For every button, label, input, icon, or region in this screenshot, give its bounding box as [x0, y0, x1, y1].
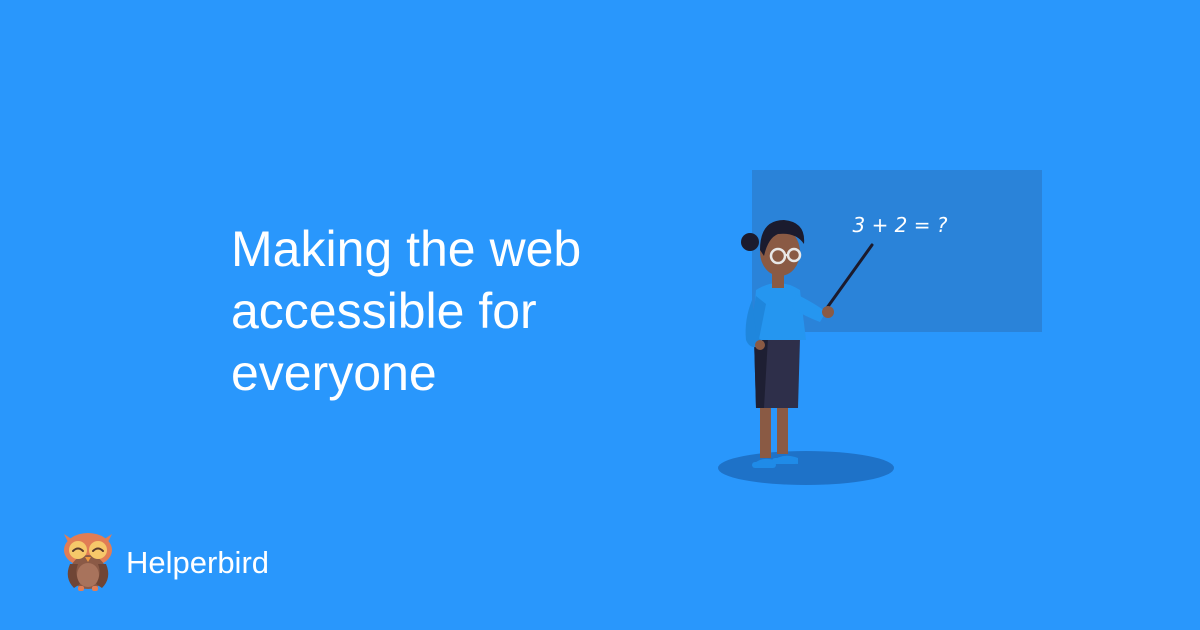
- owl-icon: [64, 533, 112, 591]
- teacher-illustration: 3 + 2 = ?: [718, 170, 1042, 485]
- hair-bun: [741, 233, 759, 251]
- headline-line-1: Making the web: [231, 221, 582, 277]
- headline-line-3: everyone: [231, 345, 437, 401]
- hero-headline: Making the web accessible for everyone: [231, 218, 651, 404]
- board-equation: 3 + 2 = ?: [852, 213, 947, 237]
- brand-name: Helperbird: [126, 545, 270, 580]
- brand: Helperbird: [58, 528, 269, 592]
- headline-line-2: accessible for: [231, 283, 537, 339]
- floor-shadow: [718, 451, 894, 485]
